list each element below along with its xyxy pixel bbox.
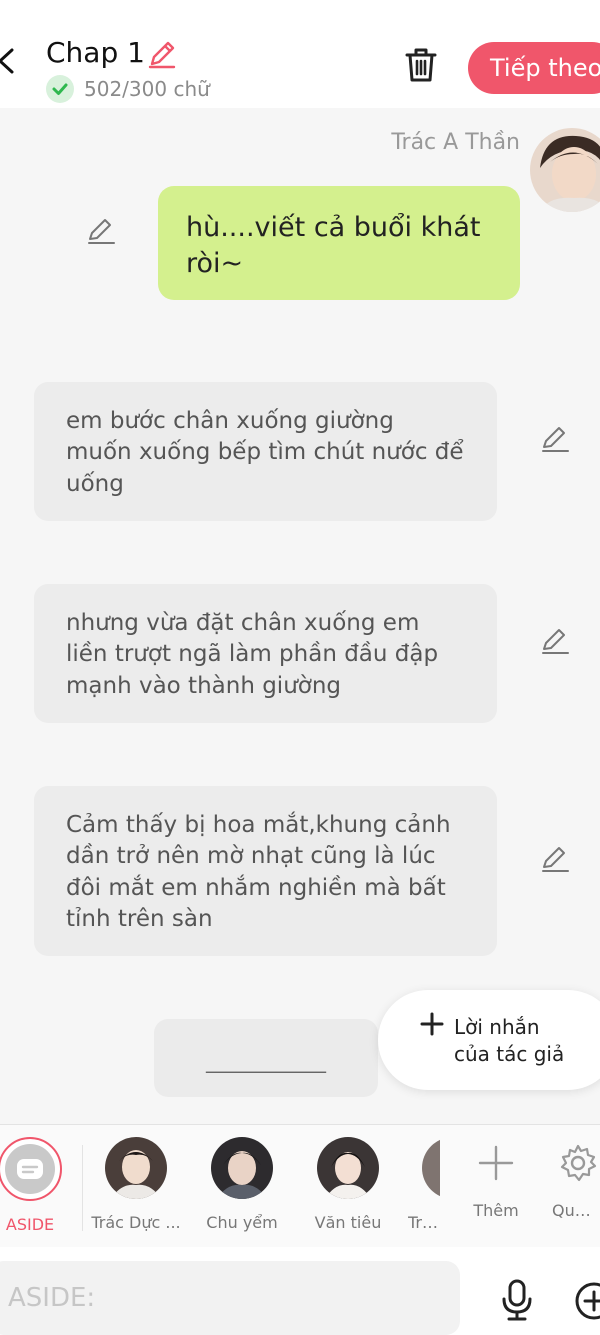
character-item[interactable]: Chu yểm [192, 1137, 292, 1232]
character-label: ASIDE [5, 1215, 55, 1234]
aside-avatar [0, 1137, 62, 1201]
author-note-button[interactable]: Lời nhắn của tác giả [378, 990, 600, 1090]
gear-icon [560, 1144, 597, 1182]
next-chapter-button[interactable]: Tiếp theo [468, 42, 600, 94]
check-icon [46, 75, 74, 103]
character-label: Chu yểm [206, 1213, 278, 1232]
character-label: Văn tiêu [314, 1213, 382, 1232]
avatar [211, 1137, 273, 1199]
manage-characters-button[interactable]: Quản l [540, 1143, 600, 1247]
edit-message-icon[interactable] [86, 215, 116, 245]
edit-message-icon[interactable] [540, 843, 570, 873]
chat-icon [17, 1159, 43, 1179]
message-bubble[interactable]: Cảm thấy bị hoa mắt,khung cảnh dần trở n… [34, 786, 497, 956]
add-label: Thêm [473, 1201, 519, 1220]
message-bubble[interactable]: nhưng vừa đặt chân xuống em liền trượt n… [34, 584, 497, 723]
edit-message-icon[interactable] [540, 625, 570, 655]
character-bar: ASIDE Trác Dực ... Chu yểm Văn tiêu Trác… [0, 1124, 600, 1248]
plus-icon [478, 1145, 514, 1181]
message-bubble[interactable]: em bước chân xuống giường muốn xuống bếp… [34, 382, 497, 521]
speaker-name: Trác A Thần [391, 130, 520, 155]
speaker-avatar[interactable] [530, 128, 600, 212]
plus-icon [420, 1012, 444, 1036]
word-count: 502/300 chữ [84, 77, 210, 101]
add-character-button[interactable]: Thêm [446, 1143, 546, 1220]
add-circle-icon[interactable] [574, 1281, 600, 1321]
character-item[interactable]: Văn tiêu [298, 1137, 398, 1232]
avatar [105, 1137, 167, 1199]
author-note-label: Lời nhắn của tác giả [454, 1015, 565, 1066]
message-input[interactable] [0, 1261, 460, 1335]
divider [82, 1145, 83, 1231]
avatar [422, 1137, 440, 1199]
avatar [317, 1137, 379, 1199]
input-bar [0, 1247, 600, 1335]
microphone-icon[interactable] [500, 1279, 534, 1321]
back-arrow-icon[interactable] [0, 48, 20, 74]
chapter-title[interactable]: Chap 1 [46, 36, 145, 69]
manage-label: Quản l [552, 1201, 600, 1220]
edit-message-icon[interactable] [540, 423, 570, 453]
character-label: Trác [408, 1213, 440, 1232]
header: Chap 1 502/300 chữ Tiếp theo [0, 0, 600, 108]
edit-title-icon[interactable] [146, 38, 178, 70]
author-note-box[interactable]: ____________ [154, 1019, 378, 1097]
character-item[interactable]: Trác Dực ... [86, 1137, 186, 1232]
character-label: Trác Dực ... [91, 1213, 181, 1232]
character-aside[interactable]: ASIDE [0, 1137, 80, 1234]
character-item[interactable]: Trác [404, 1137, 440, 1247]
message-bubble[interactable]: hù....viết cả buổi khát ròi~ [158, 186, 520, 300]
trash-icon[interactable] [402, 46, 440, 84]
